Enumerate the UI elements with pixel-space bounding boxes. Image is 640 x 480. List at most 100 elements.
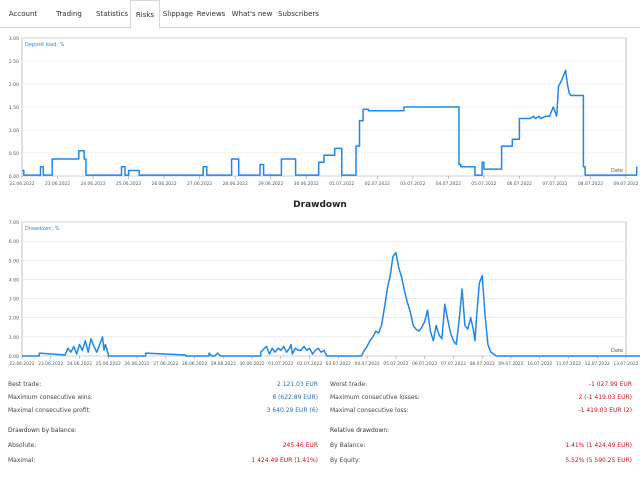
x-tick-label: 27.06.2022 — [187, 181, 212, 187]
tab-statistics[interactable]: Statistics — [96, 0, 128, 28]
x-tick-label: 10.07.2022 — [527, 361, 552, 367]
x-tick-label: 28.06.2022 — [223, 181, 248, 187]
y-tick-label: 1.50 — [9, 105, 19, 111]
x-tick-label: 22.06.2022 — [9, 181, 34, 187]
stat-row: Maximal consecutive profit: 3 640.29 EUR … — [8, 406, 318, 416]
stat-row: Best trade: 2 121.03 EUR — [8, 380, 318, 390]
series-label: Drawdown, % — [25, 226, 60, 232]
x-tick-label: 03.07.2022 — [326, 361, 351, 367]
y-tick-label: 3.00 — [9, 297, 19, 303]
stat-value: 2 (-1 419.03 EUR) — [578, 394, 632, 401]
stat-row: Maximum consecutive wins: 8 (622.89 EUR) — [8, 393, 318, 403]
stat-row: By Balance: 1.41% (1 424.49 EUR) — [330, 441, 632, 451]
x-axis-label: Date — [611, 168, 623, 174]
tab-risks[interactable]: Risks — [130, 0, 160, 29]
y-tick-label: 7.00 — [9, 220, 19, 226]
y-tick-label: 0.00 — [9, 354, 19, 360]
stat-label: Maximum consecutive losses: — [330, 394, 420, 401]
tab-slippage[interactable]: Slippage — [162, 0, 194, 28]
plot-area — [21, 221, 627, 357]
x-tick-label: 08.07.2022 — [578, 181, 603, 187]
stat-label: Maximum consecutive wins: — [8, 394, 93, 401]
x-tick-label: 26.06.2022 — [124, 361, 149, 367]
x-tick-label: 30.06.2022 — [294, 181, 319, 187]
x-tick-label: 03.07.2022 — [400, 181, 425, 187]
x-tick-label: 04.07.2022 — [355, 361, 380, 367]
x-tick-label: 09.07.2022 — [498, 361, 523, 367]
stat-row: Maximal consecutive loss: -1 419.03 EUR (… — [330, 406, 632, 416]
y-tick-label: 0.00 — [9, 174, 19, 180]
stat-label: Absolute: — [8, 442, 37, 449]
y-tick-label: 3.00 — [9, 36, 19, 42]
stat-value: -1 419.03 EUR (2) — [578, 407, 632, 414]
x-tick-label: 26.06.2022 — [152, 181, 177, 187]
x-tick-label: 06.07.2022 — [507, 181, 532, 187]
stat-label: Maximal: — [8, 457, 36, 464]
stat-section-header: Drawdown by balance: — [8, 427, 77, 434]
x-tick-label: 23.06.2022 — [38, 361, 63, 367]
stat-value: -1 027.99 EUR — [588, 381, 632, 388]
x-tick-label: 22.06.2022 — [9, 361, 34, 367]
x-tick-label: 08.07.2022 — [470, 361, 495, 367]
stat-label: Maximal consecutive profit: — [8, 407, 91, 414]
y-tick-label: 0.50 — [9, 151, 19, 157]
x-tick-label: 06.07.2022 — [412, 361, 437, 367]
stat-value: 245.46 EUR — [282, 442, 318, 449]
y-tick-label: 2.50 — [9, 59, 19, 65]
stat-label: By Balance: — [330, 442, 366, 449]
x-tick-label: 05.07.2022 — [383, 361, 408, 367]
tab-bar: AccountTrading historyStatisticsRisksSli… — [0, 0, 640, 46]
stat-value: 8 (622.89 EUR) — [272, 394, 318, 401]
x-tick-label: 02.07.2022 — [365, 181, 390, 187]
stat-value: 3 640.29 EUR (6) — [266, 407, 318, 414]
deposit-load-chart: 0.00 0.50 1.00 1.50 2.00 2.50 3.00 22.06.2022 23… — [9, 36, 639, 187]
x-tick-label: 07.07.2022 — [441, 361, 466, 367]
y-tick-label: 4.00 — [9, 277, 19, 283]
series-label: Deposit load, % — [25, 42, 65, 48]
y-tick-label: 2.00 — [9, 316, 19, 322]
stat-label: Best trade: — [8, 381, 42, 388]
x-tick-label: 24.06.2022 — [80, 181, 105, 187]
tab-what-s-new[interactable]: What's new — [230, 0, 274, 28]
stat-value: 1.41% (1 424.49 EUR) — [565, 442, 632, 449]
x-tick-label: 01.07.2022 — [268, 361, 293, 367]
x-tick-label: 07.07.2022 — [542, 181, 567, 187]
stat-value: 5.52% (5 590.25 EUR) — [565, 457, 632, 464]
x-tick-label: 11.07.2022 — [556, 361, 581, 367]
x-tick-label: 23.06.2022 — [45, 181, 70, 187]
x-axis-label: Date — [611, 348, 623, 354]
stat-value: 1 424.49 EUR (1.41%) — [251, 457, 318, 464]
y-tick-label: 5.00 — [9, 258, 19, 264]
x-tick-label: 02.07.2022 — [297, 361, 322, 367]
tab-account[interactable]: Account — [4, 0, 42, 28]
stat-row: Absolute: 245.46 EUR — [8, 441, 318, 451]
x-tick-label: 27.06.2022 — [153, 361, 178, 367]
x-tick-label: 09.07.2022 — [613, 181, 638, 187]
y-tick-label: 1.00 — [9, 335, 19, 341]
x-tick-label: 25.06.2022 — [116, 181, 141, 187]
x-tick-label: 28.06.2022 — [182, 361, 207, 367]
stat-label: Worst trade: — [330, 381, 368, 388]
y-tick-label: 6.00 — [9, 239, 19, 245]
stat-value: 2 121.03 EUR — [277, 381, 318, 388]
tab-trading-history[interactable]: Trading history — [46, 0, 92, 46]
stat-row: Maximum consecutive losses: 2 (-1 419.03 … — [330, 393, 632, 403]
x-tick-label: 25.06.2022 — [96, 361, 121, 367]
x-tick-label: 12.07.2022 — [585, 361, 610, 367]
tab-reviews[interactable]: Reviews — [196, 0, 226, 28]
drawdown-chart-title: Drawdown — [293, 200, 347, 210]
stat-label: By Equity: — [330, 457, 361, 464]
y-tick-label: 1.00 — [9, 128, 19, 134]
x-tick-label: 05.07.2022 — [471, 181, 496, 187]
stat-label: Maximal consecutive loss: — [330, 407, 409, 414]
x-tick-label: 04.07.2022 — [436, 181, 461, 187]
x-tick-label: 29.06.2022 — [258, 181, 283, 187]
tab-subscribers[interactable]: Subscribers — [278, 0, 319, 28]
x-tick-label: 01.07.2022 — [329, 181, 354, 187]
stat-section-header: Relative drawdown: — [330, 427, 390, 434]
x-tick-label: 13.07.2022 — [613, 361, 638, 367]
x-tick-label: 30.06.2022 — [240, 361, 265, 367]
x-tick-label: 29.06.2022 — [211, 361, 236, 367]
x-tick-label: 24.06.2022 — [67, 361, 92, 367]
stat-row: Maximal: 1 424.49 EUR (1.41%) — [8, 456, 318, 466]
